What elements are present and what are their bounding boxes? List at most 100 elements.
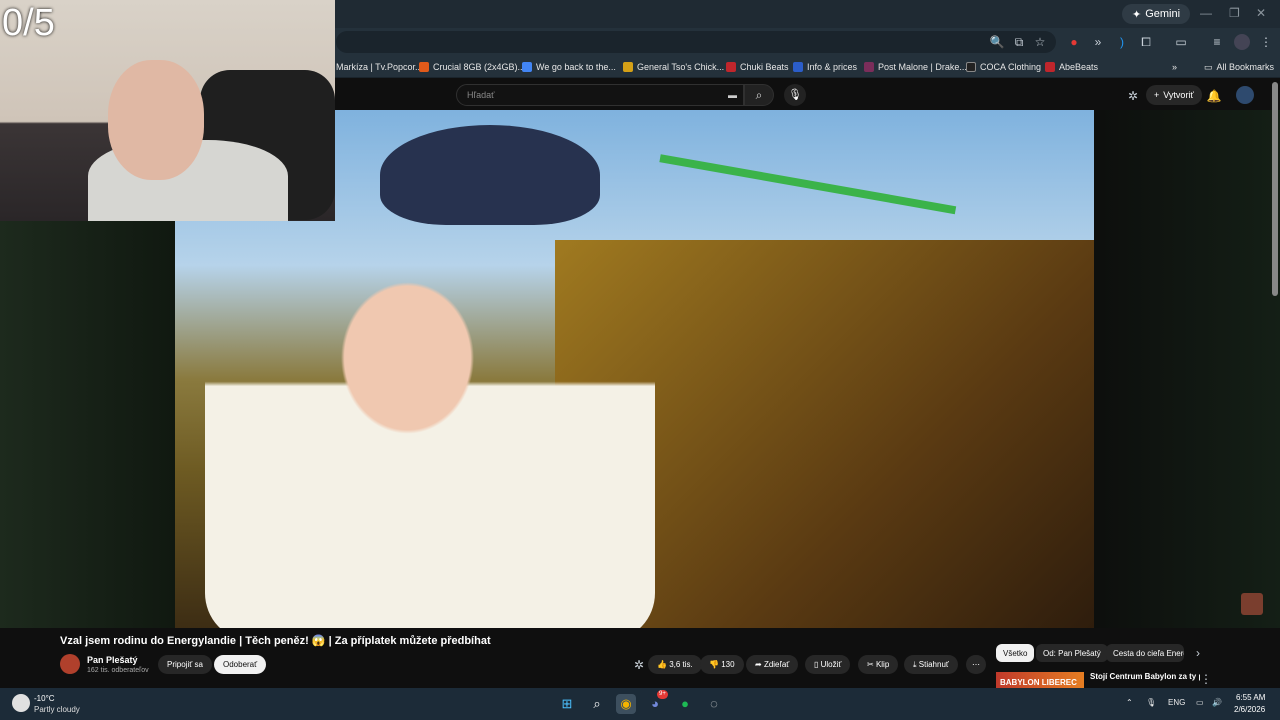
keyboard-icon[interactable]: ▬ [728, 85, 737, 105]
close-icon[interactable]: ✕ [1256, 6, 1266, 20]
chrome-icon[interactable]: ◉ [616, 694, 636, 714]
like-count: 3,6 tis. [669, 660, 693, 669]
channel-name[interactable]: Pan Plešatý [87, 655, 138, 665]
dislike-button[interactable]: 👎 130 [700, 655, 744, 674]
extension-icon[interactable]: » [1090, 34, 1106, 50]
video-frame-coaster [653, 154, 957, 246]
all-bookmarks[interactable]: ▭ All Bookmarks [1204, 60, 1274, 74]
favicon-icon [522, 62, 532, 72]
bookmark-item[interactable]: Chuki Beats [726, 60, 789, 74]
chevron-right-icon[interactable]: › [1190, 645, 1206, 661]
clock-date[interactable]: 2/6/2026 [1234, 705, 1265, 714]
weather-icon[interactable] [12, 694, 30, 712]
chip-from-channel[interactable]: Od: Pan Plešatý [1036, 644, 1108, 662]
create-label: Vytvoriť [1163, 90, 1194, 100]
cast-icon[interactable]: ⧉ [1011, 34, 1027, 50]
recommended-thumbnail[interactable]: BABYLON LIBEREC [996, 672, 1084, 688]
video-title: Vzal jsem rodinu do Energylandie | Těch … [60, 635, 491, 647]
search-icon: ⌕ [755, 88, 763, 102]
bookmark-label: Crucial 8GB (2x4GB)... [433, 62, 526, 72]
media-icon[interactable]: ≡ [1209, 34, 1225, 50]
recommended-title[interactable]: Stojí Centrum Babylon za ty peníze? | OL… [1090, 672, 1200, 688]
bookmark-item[interactable]: COCA Clothing [966, 60, 1041, 74]
start-icon[interactable]: ⊞ [557, 694, 577, 714]
clock-time[interactable]: 6:55 AM [1236, 693, 1265, 702]
gear-sparkle-icon[interactable]: ✲ [1125, 88, 1141, 104]
search-icon[interactable]: ⌕ [587, 694, 607, 714]
create-button[interactable]: + Vytvoriť [1146, 85, 1202, 105]
favicon-icon [966, 62, 976, 72]
chip-related[interactable]: Cesta do cieľa Energ [1106, 644, 1184, 662]
favicon-icon [1045, 62, 1055, 72]
menu-icon[interactable]: ⋮ [1258, 34, 1274, 50]
bookmark-label: We go back to the... [536, 62, 616, 72]
share-button[interactable]: ➦ Zdieľať [746, 655, 799, 674]
more-actions-icon[interactable]: ⋯ [966, 655, 986, 674]
save-label: Uložiť [820, 660, 842, 669]
split-view-icon[interactable]: ▭ [1173, 34, 1189, 50]
page-scrollbar[interactable] [1272, 82, 1278, 296]
clip-button[interactable]: ✂ Klip [858, 655, 899, 674]
volume-icon[interactable]: 🔊 [1212, 698, 1222, 707]
bookmark-label: AbeBeats [1059, 62, 1099, 72]
bookmark-label: Markíza | Tv.Popcor... [336, 62, 423, 72]
bookmark-item[interactable]: AbeBeats [1045, 60, 1098, 74]
restore-icon[interactable]: ❐ [1229, 6, 1240, 20]
mic-icon: 🎙 [788, 89, 802, 101]
ai-sparkle-icon[interactable]: ✲ [631, 657, 647, 673]
spotify-icon[interactable]: ● [675, 694, 695, 714]
like-button[interactable]: 👍 3,6 tis. [648, 655, 702, 674]
search-button[interactable]: ⌕ [744, 84, 774, 106]
favicon-icon [726, 62, 736, 72]
dislike-count: 130 [721, 660, 735, 669]
bookmark-label: Chuki Beats [740, 62, 789, 72]
save-button[interactable]: ▯ Uložiť [805, 655, 851, 674]
bookmark-item[interactable]: General Tso's Chick... [623, 60, 724, 74]
bookmark-item[interactable]: Info & prices [793, 60, 857, 74]
search-input[interactable]: Hľadať ▬ [456, 84, 744, 106]
bookmark-item[interactable]: Post Malone | Drake... [864, 60, 967, 74]
thumbnail-text: BABYLON LIBEREC [1000, 678, 1077, 687]
download-label: Stiahnuť [918, 660, 949, 669]
recommended-menu-icon[interactable]: ⋮ [1198, 671, 1214, 687]
webcam-overlay: 0/5 [0, 0, 335, 221]
weather-temperature[interactable]: -10°C [34, 694, 55, 703]
network-icon[interactable]: ▭ [1196, 698, 1204, 707]
chip-all[interactable]: Všetko [996, 644, 1035, 662]
join-button[interactable]: Pripojiť sa [158, 655, 212, 674]
download-button[interactable]: ⤓ Stiahnuť [904, 655, 958, 674]
share-label: Zdieľať [763, 660, 790, 669]
bell-icon[interactable]: 🔔 [1206, 88, 1222, 104]
bookmark-label: Post Malone | Drake... [878, 62, 967, 72]
bookmark-label: General Tso's Chick... [637, 62, 725, 72]
save-icon: ▯ [814, 660, 821, 669]
weather-description[interactable]: Partly cloudy [34, 705, 80, 714]
minimize-icon[interactable]: — [1200, 6, 1212, 20]
bookmark-item[interactable]: Markíza | Tv.Popcor... [336, 60, 423, 74]
app-icon[interactable]: ◌ [704, 694, 724, 714]
discord-icon[interactable]: ◕ 9+ [645, 690, 668, 714]
extension-opera-icon[interactable]: ● [1066, 34, 1082, 50]
voice-search-button[interactable]: 🎙 [784, 84, 806, 106]
gemini-button[interactable]: ✦ Gemini [1122, 4, 1191, 24]
channel-avatar[interactable] [60, 654, 80, 674]
microphone-tray-icon[interactable]: 🎙 [1146, 698, 1156, 707]
profile-avatar[interactable] [1234, 34, 1250, 50]
bookmark-star-icon[interactable]: ☆ [1032, 34, 1048, 50]
bookmarks-overflow-icon[interactable]: » [1172, 60, 1177, 74]
miniplayer-thumbnail[interactable] [1241, 593, 1263, 615]
sparkle-icon: ✦ [1132, 8, 1142, 21]
zoom-icon[interactable]: 🔍 [989, 34, 1005, 50]
extension-wave-icon[interactable]: ) [1114, 34, 1130, 50]
account-avatar[interactable] [1236, 86, 1254, 104]
subscribe-button[interactable]: Odoberať [214, 655, 267, 674]
address-bar[interactable] [336, 31, 1056, 53]
bookmark-item[interactable]: We go back to the... [522, 60, 616, 74]
tray-chevron-icon[interactable]: ⌃ [1126, 698, 1133, 707]
puzzle-icon[interactable]: ⧠ [1138, 34, 1154, 50]
bookmark-item[interactable]: Crucial 8GB (2x4GB)... [419, 60, 525, 74]
search-placeholder: Hľadať [467, 90, 495, 100]
bookmark-label: COCA Clothing [980, 62, 1042, 72]
language-indicator[interactable]: ENG [1168, 698, 1185, 707]
favicon-icon [419, 62, 429, 72]
